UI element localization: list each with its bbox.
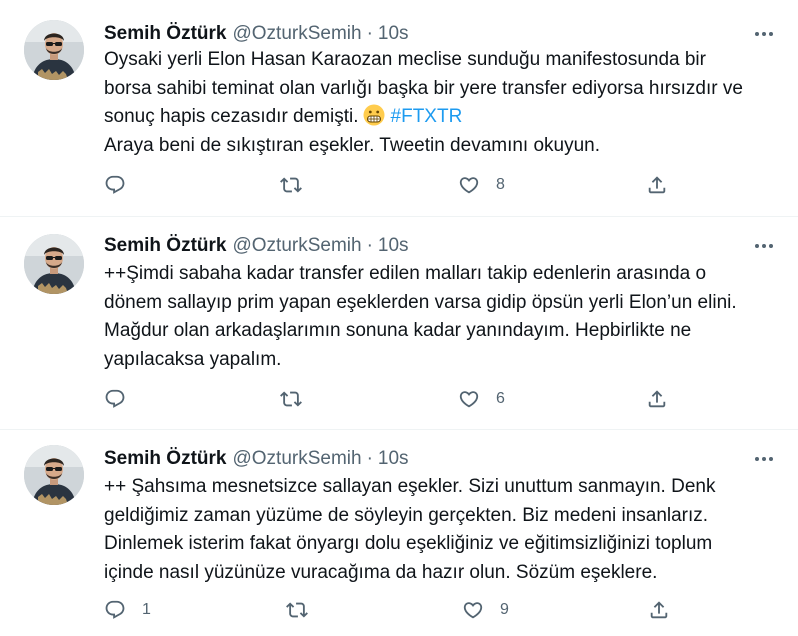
reply-icon (104, 388, 126, 410)
share-button[interactable] (646, 388, 668, 410)
more-options-icon[interactable] (752, 447, 778, 471)
separator-dot: · (366, 23, 373, 44)
avatar[interactable] (24, 20, 84, 80)
reply-icon (104, 174, 126, 196)
share-button[interactable] (648, 599, 670, 621)
timestamp[interactable]: 10s (378, 448, 409, 470)
tweet-header: Semih Öztürk @OzturkSemih · 10s (104, 447, 409, 471)
share-icon (648, 599, 670, 621)
reply-button[interactable] (104, 174, 142, 196)
hashtag-link[interactable]: #FTXTR (391, 106, 463, 127)
like-button[interactable]: 6 (458, 388, 505, 410)
user-handle[interactable]: @OzturkSemih (232, 448, 361, 470)
avatar[interactable] (24, 445, 84, 505)
share-icon (646, 174, 668, 196)
tweet-text-continuation: Araya beni de sıkıştıran eşekler. Tweeti… (104, 134, 601, 156)
display-name[interactable]: Semih Öztürk (104, 235, 226, 257)
tweet-text: ++Şimdi sabaha kadar transfer edilen mal… (104, 263, 737, 370)
reply-icon (104, 599, 126, 621)
reply-button[interactable]: 1 (104, 599, 151, 621)
like-count: 8 (496, 176, 505, 193)
retweet-button[interactable] (286, 599, 324, 621)
heart-icon (458, 388, 480, 410)
tweet[interactable]: Semih Öztürk @OzturkSemih · 10s ++ Şahsı… (0, 430, 798, 636)
share-icon (646, 388, 668, 410)
retweet-icon (280, 388, 302, 410)
timestamp[interactable]: 10s (378, 235, 409, 257)
more-options-icon[interactable] (752, 234, 778, 258)
heart-icon (462, 599, 484, 621)
display-name[interactable]: Semih Öztürk (104, 23, 226, 45)
tweet[interactable]: Semih Öztürk @OzturkSemih · 10s Oysaki y… (0, 0, 798, 216)
like-button[interactable]: 8 (458, 174, 505, 196)
timestamp[interactable]: 10s (378, 23, 409, 45)
retweet-button[interactable] (280, 174, 318, 196)
user-handle[interactable]: @OzturkSemih (232, 23, 361, 45)
tweet-text: ++ Şahsıma mesnetsizce sallayan eşekler.… (104, 476, 716, 583)
tweet-text: Oysaki yerli Elon Hasan Karaozan meclise… (104, 46, 784, 160)
heart-icon (458, 174, 480, 196)
retweet-icon (280, 174, 302, 196)
like-button[interactable]: 9 (462, 599, 509, 621)
display-name[interactable]: Semih Öztürk (104, 448, 226, 470)
user-handle[interactable]: @OzturkSemih (232, 235, 361, 257)
avatar[interactable] (24, 234, 84, 294)
like-count: 6 (496, 390, 505, 407)
tweet-header: Semih Öztürk @OzturkSemih · 10s (104, 234, 409, 258)
tweet[interactable]: Semih Öztürk @OzturkSemih · 10s ++Şimdi … (0, 217, 798, 429)
retweet-button[interactable] (280, 388, 318, 410)
reply-button[interactable] (104, 388, 142, 410)
like-count: 9 (500, 601, 509, 618)
share-button[interactable] (646, 174, 668, 196)
grimacing-face-icon (363, 104, 385, 126)
retweet-icon (286, 599, 308, 621)
tweet-header: Semih Öztürk @OzturkSemih · 10s (104, 22, 409, 46)
separator-dot: · (366, 448, 373, 469)
separator-dot: · (366, 235, 373, 256)
more-options-icon[interactable] (752, 22, 778, 46)
reply-count: 1 (142, 601, 151, 618)
